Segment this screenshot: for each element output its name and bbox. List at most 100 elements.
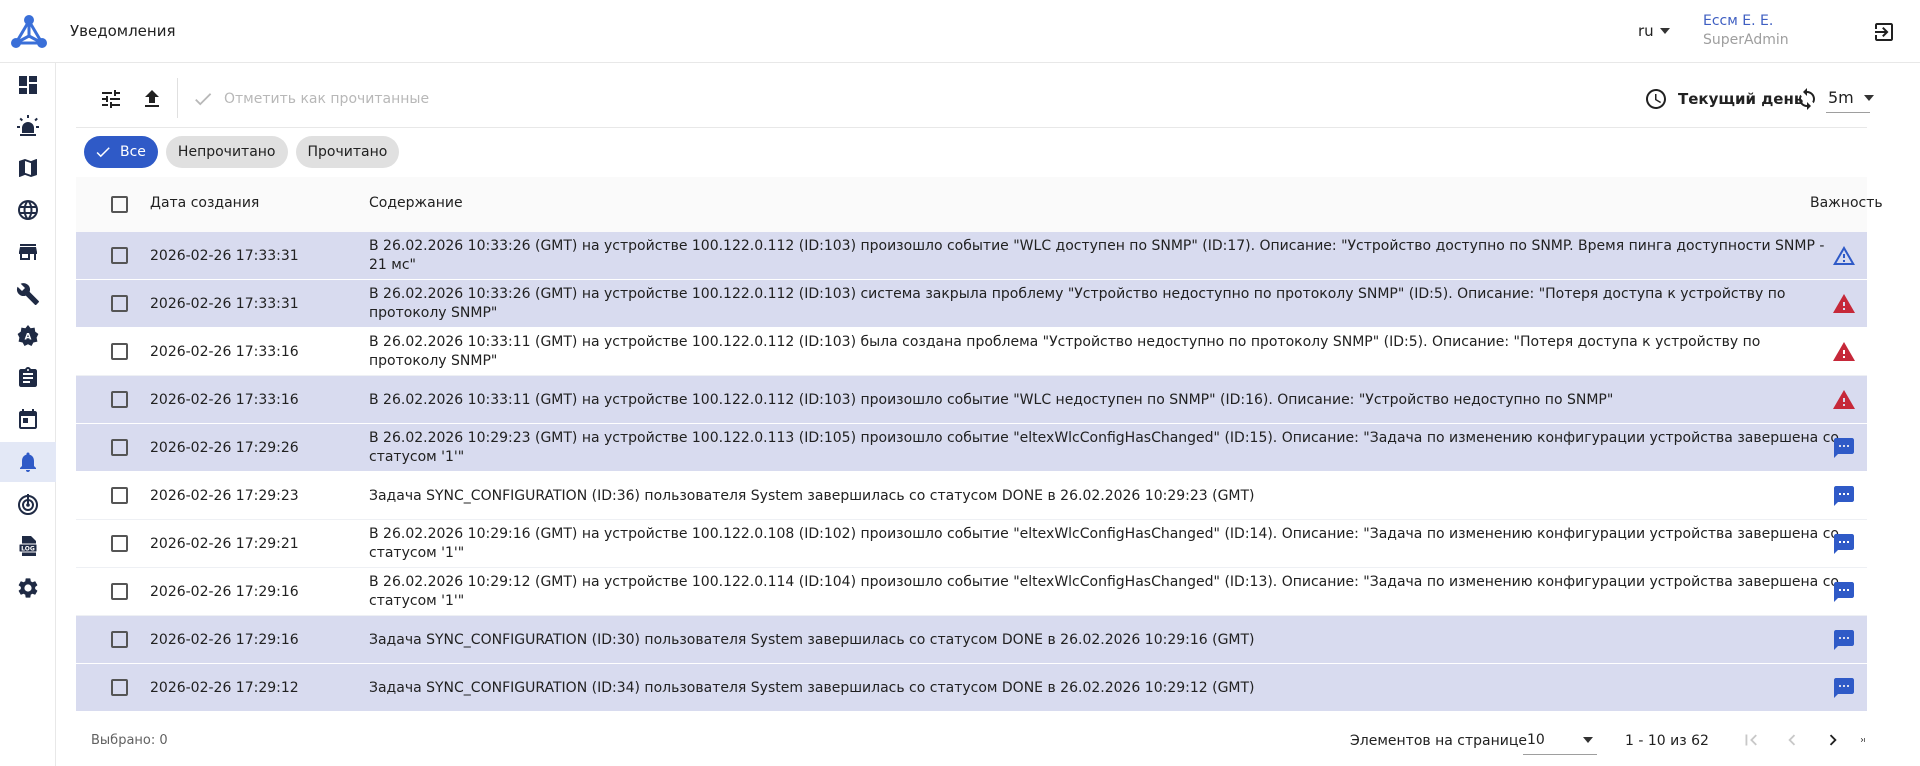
table-body: 2026-02-26 17:33:31 В 26.02.2026 10:33:26… [76, 232, 1867, 712]
calendar-icon [19, 409, 37, 429]
svg-text:LOG: LOG [21, 546, 35, 553]
last-page-button[interactable] [1859, 726, 1867, 754]
select-all-checkbox[interactable] [111, 196, 128, 213]
refresh-interval-select[interactable]: 5m [1826, 83, 1874, 113]
previous-page-button[interactable] [1778, 726, 1806, 754]
chevron-down-icon [1659, 28, 1670, 34]
row-checkbox[interactable] [111, 679, 128, 696]
table-row[interactable]: 2026-02-26 17:33:16 В 26.02.2026 10:33:11… [76, 376, 1867, 424]
last-page-icon [1860, 738, 1865, 742]
row-checkbox[interactable] [111, 247, 128, 264]
message-icon [1832, 676, 1856, 700]
nav-alarms[interactable] [0, 106, 56, 146]
items-per-page-value: 10 [1527, 731, 1545, 748]
table-row[interactable]: 2026-02-26 17:33:31 В 26.02.2026 10:33:26… [76, 232, 1867, 280]
row-checkbox[interactable] [111, 583, 128, 600]
nav-tools[interactable] [0, 274, 56, 314]
toolbar: Отметить как прочитанные Текущий день 5m [76, 70, 1874, 128]
first-page-button[interactable] [1737, 726, 1765, 754]
filter-chip-unread[interactable]: Непрочитано [165, 136, 288, 168]
user-info[interactable]: Ессм Е. Е. SuperAdmin [1703, 12, 1789, 50]
check-icon [96, 147, 110, 158]
cell-content: В 26.02.2026 10:29:12 (GMT) на устройств… [369, 568, 1859, 616]
sidebar: A LOG [0, 63, 56, 766]
mark-as-read-button[interactable]: Отметить как прочитанные [192, 84, 429, 114]
nav-network[interactable] [0, 190, 56, 230]
cell-content-text: В 26.02.2026 10:29:23 (GMT) на устройств… [369, 430, 1839, 465]
column-header-severity[interactable]: Важность [1810, 195, 1883, 211]
row-checkbox[interactable] [111, 343, 128, 360]
filter-chip-all[interactable]: Все [84, 136, 158, 168]
row-checkbox[interactable] [111, 391, 128, 408]
filter-chip-label: Все [120, 144, 146, 160]
column-header-content[interactable]: Содержание [369, 195, 463, 211]
nav-calendar[interactable] [0, 400, 56, 440]
refresh-button[interactable] [1792, 84, 1822, 114]
app-logo[interactable] [10, 14, 48, 50]
bell-icon [20, 452, 36, 472]
check-icon [195, 93, 212, 106]
table-header: Дата создания Содержание Важность [76, 177, 1883, 232]
table-footer: Выбрано: 0 Элементов на странице 10 1 - … [76, 714, 1867, 766]
nav-logs[interactable]: LOG [0, 526, 56, 566]
nav-store[interactable] [0, 232, 56, 272]
nav-monitoring[interactable] [0, 484, 56, 524]
row-checkbox[interactable] [111, 295, 128, 312]
period-button[interactable]: Текущий день [1644, 84, 1803, 114]
export-button[interactable] [137, 84, 167, 114]
table-row[interactable]: 2026-02-26 17:29:21 В 26.02.2026 10:29:16… [76, 520, 1867, 568]
cell-content: В 26.02.2026 10:29:16 (GMT) на устройств… [369, 520, 1859, 568]
nav-notifications[interactable] [0, 442, 56, 482]
clock-icon [1646, 89, 1666, 109]
nav-map[interactable] [0, 148, 56, 188]
store-icon [19, 244, 37, 260]
sync-icon [1799, 88, 1815, 110]
cell-content-text: В 26.02.2026 10:33:11 (GMT) на устройств… [369, 391, 1614, 408]
cell-date: 2026-02-26 17:33:16 [150, 344, 299, 360]
language-value: ru [1638, 22, 1654, 40]
next-page-button[interactable] [1819, 726, 1847, 754]
column-header-date[interactable]: Дата создания [150, 195, 259, 211]
cell-content-text: В 26.02.2026 10:29:12 (GMT) на устройств… [369, 574, 1839, 609]
dashboard-icon [19, 76, 37, 94]
table-row[interactable]: 2026-02-26 17:29:16 В 26.02.2026 10:29:12… [76, 568, 1867, 616]
pagination-range: 1 - 10 из 62 [1625, 733, 1709, 749]
cell-content-text: Задача SYNC_CONFIGURATION (ID:36) пользо… [369, 487, 1255, 504]
toolbar-divider [177, 78, 178, 118]
upload-icon [145, 90, 159, 107]
cell-date: 2026-02-26 17:29:12 [150, 680, 299, 696]
cell-content: Задача SYNC_CONFIGURATION (ID:30) пользо… [369, 616, 1859, 664]
table-row[interactable]: 2026-02-26 17:33:31 В 26.02.2026 10:33:26… [76, 280, 1867, 328]
row-checkbox[interactable] [111, 487, 128, 504]
language-select[interactable]: ru [1638, 22, 1670, 40]
items-per-page-select[interactable]: 10 [1523, 725, 1597, 755]
row-checkbox[interactable] [111, 631, 128, 648]
filter-chip-read[interactable]: Прочитано [295, 136, 400, 168]
table-row[interactable]: 2026-02-26 17:33:16 В 26.02.2026 10:33:11… [76, 328, 1867, 376]
notifications-table: Дата создания Содержание Важность 2026-0… [76, 177, 1883, 712]
table-row[interactable]: 2026-02-26 17:29:26 В 26.02.2026 10:29:23… [76, 424, 1867, 472]
log-icon: LOG [18, 536, 38, 556]
message-icon [1832, 532, 1856, 556]
cell-content-text: В 26.02.2026 10:33:26 (GMT) на устройств… [369, 238, 1825, 273]
cell-content-text: В 26.02.2026 10:33:11 (GMT) на устройств… [369, 334, 1761, 369]
table-row[interactable]: 2026-02-26 17:29:12 Задача SYNC_CONFIGURA… [76, 664, 1867, 712]
cell-date: 2026-02-26 17:29:21 [150, 536, 299, 552]
cell-content: Задача SYNC_CONFIGURATION (ID:34) пользо… [369, 664, 1859, 712]
row-checkbox[interactable] [111, 439, 128, 456]
filter-settings-button[interactable] [96, 84, 126, 114]
row-checkbox[interactable] [111, 535, 128, 552]
message-icon [1832, 484, 1856, 508]
nav-dashboard[interactable] [0, 65, 56, 105]
cell-date: 2026-02-26 17:29:23 [150, 488, 299, 504]
cell-content: В 26.02.2026 10:29:23 (GMT) на устройств… [369, 424, 1859, 472]
table-row[interactable]: 2026-02-26 17:29:16 Задача SYNC_CONFIGURA… [76, 616, 1867, 664]
cell-content: В 26.02.2026 10:33:26 (GMT) на устройств… [369, 232, 1859, 280]
logout-icon[interactable] [1872, 20, 1896, 44]
chevron-down-icon [1863, 94, 1874, 101]
nav-tasks[interactable] [0, 358, 56, 398]
table-row[interactable]: 2026-02-26 17:29:23 Задача SYNC_CONFIGURA… [76, 472, 1867, 520]
nav-settings[interactable] [0, 568, 56, 608]
nav-admin[interactable]: A [0, 316, 56, 356]
message-icon [1832, 628, 1856, 652]
